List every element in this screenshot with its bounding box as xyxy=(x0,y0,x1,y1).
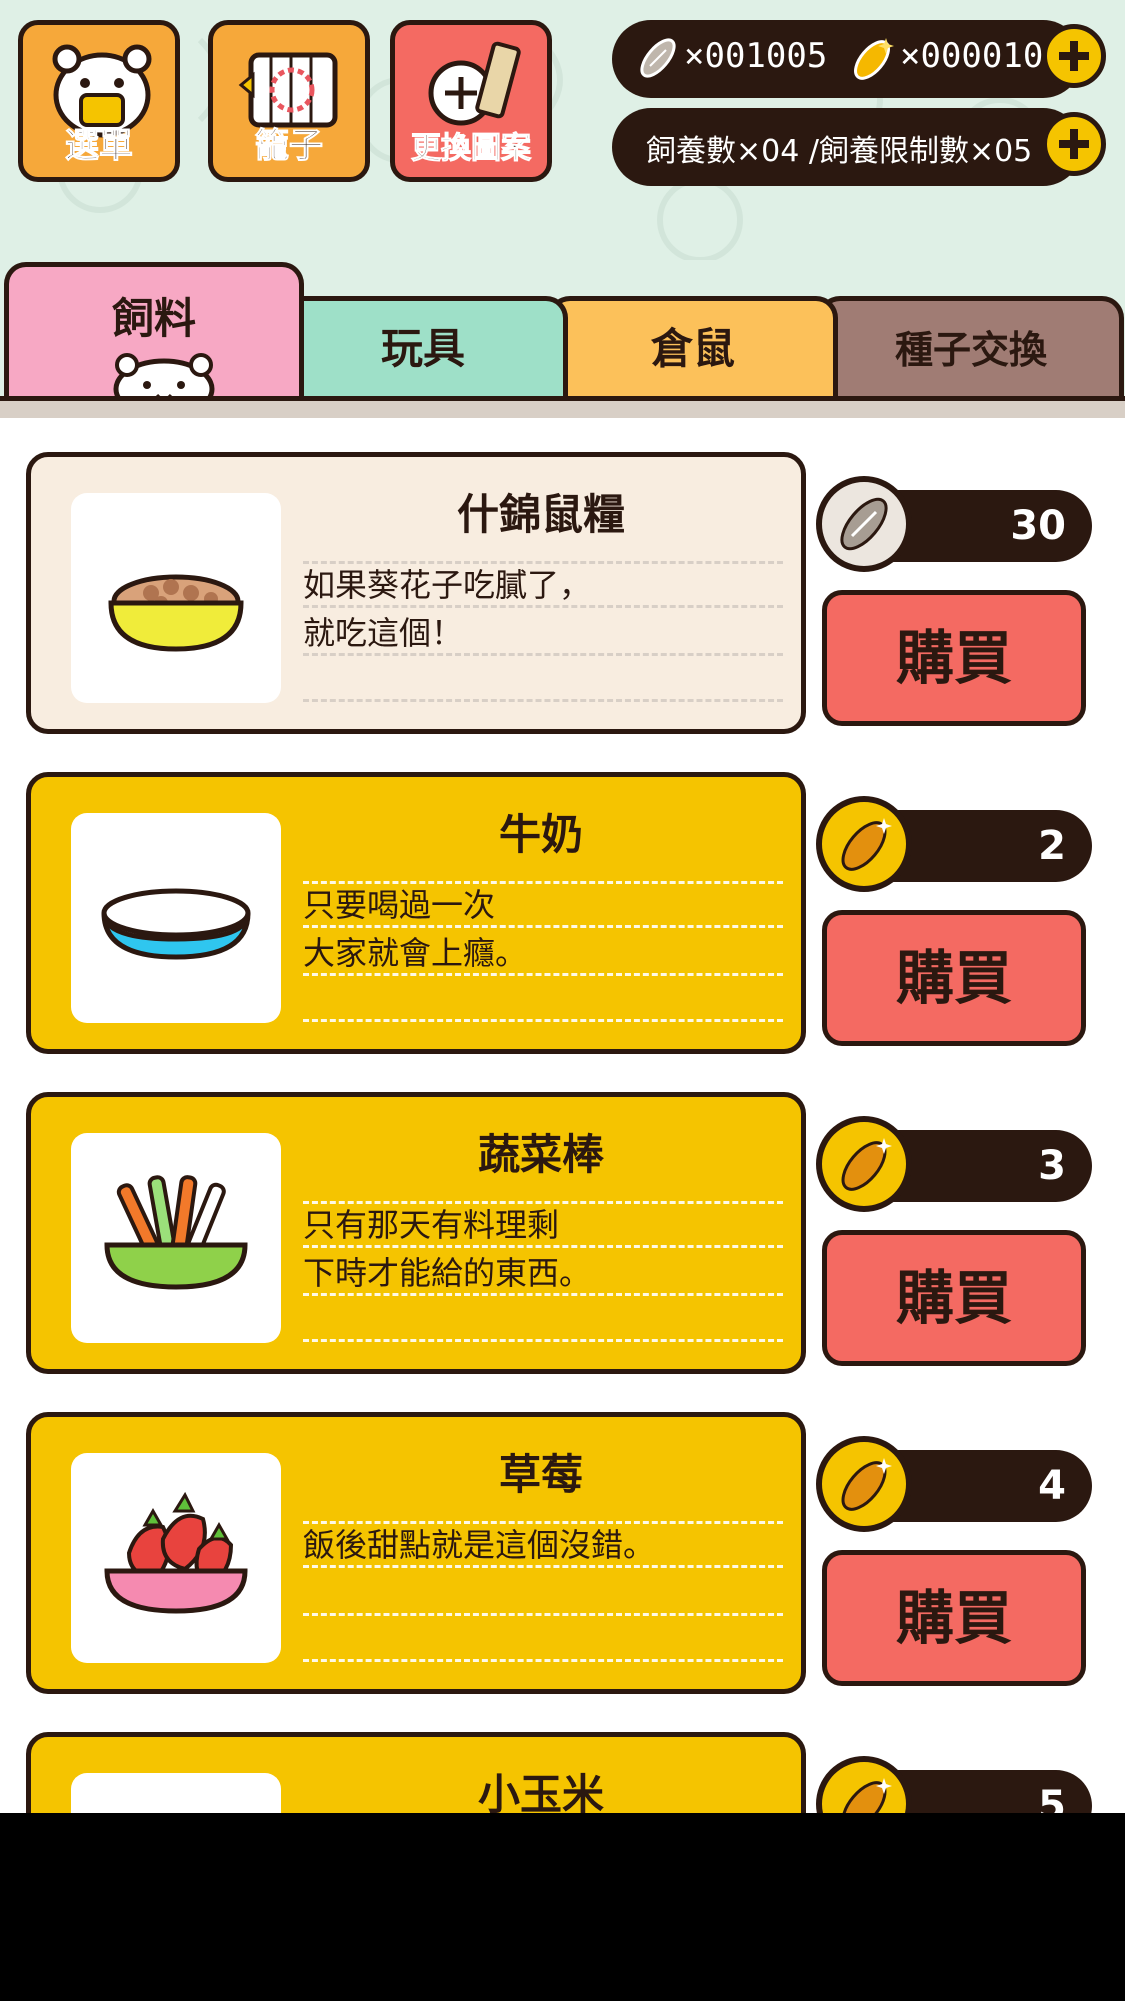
price-value: 2 xyxy=(1038,823,1066,869)
list-item: 蔬菜棒 只有那天有料理剩 下時才能給的東西。 xyxy=(26,1092,806,1374)
buy-button[interactable]: 購買 xyxy=(822,590,1086,726)
item-thumbnail xyxy=(71,1133,281,1343)
list-item: 草莓 飯後甜點就是這個沒錯。 xyxy=(26,1412,806,1694)
golden-seed-icon xyxy=(816,1116,912,1212)
item-name: 草莓 xyxy=(498,1450,583,1499)
tab-toys[interactable]: 玩具 xyxy=(278,296,568,406)
item-description-line: 下時才能給的東西。 xyxy=(303,1254,592,1292)
item-description-line: 只要喝過一次 xyxy=(303,886,496,924)
dashed-rule xyxy=(303,561,783,564)
list-item: 小玉米 xyxy=(26,1732,806,1813)
dashed-rule xyxy=(303,1019,783,1022)
item-name: 什錦鼠糧 xyxy=(456,490,625,539)
golden-seed-count: ×000010 xyxy=(900,36,1044,76)
price-tag: 5 xyxy=(816,1756,1092,1813)
price-value: 4 xyxy=(1038,1463,1066,1509)
golden-seed-icon xyxy=(816,796,912,892)
tab-shelf xyxy=(0,396,1125,418)
buy-button[interactable]: 購買 xyxy=(822,1550,1086,1686)
add-breeding-limit-button[interactable] xyxy=(1042,112,1106,176)
price-tag: 2 xyxy=(816,796,1092,892)
dashed-rule xyxy=(303,881,783,884)
breeding-bar: 飼養數×04 /飼養限制數×05 xyxy=(612,108,1106,186)
item-description-line: 飯後甜點就是這個沒錯。 xyxy=(303,1526,656,1564)
sunflower-seed-icon xyxy=(640,38,676,78)
list-item: 牛奶 只要喝過一次 大家就會上癮。 xyxy=(26,772,806,1054)
price-value: 3 xyxy=(1038,1143,1066,1189)
screen: 選單 籠子 更換圖案 ×001005 ×000010 飼養數×04 /飼養限制數… xyxy=(0,0,1125,1813)
item-description-line: 如果葵花子吃膩了， xyxy=(303,566,592,604)
dashed-rule xyxy=(303,1565,783,1568)
item-description: 只要喝過一次 大家就會上癮。 xyxy=(303,881,783,977)
dashed-rule xyxy=(303,1521,783,1524)
buy-button[interactable]: 購買 xyxy=(822,910,1086,1046)
item-description: 飯後甜點就是這個沒錯。 xyxy=(303,1521,783,1569)
milk-bowl-icon xyxy=(101,888,251,960)
add-seeds-button[interactable] xyxy=(1042,24,1106,88)
dashed-rule xyxy=(303,1613,783,1616)
change-design-button[interactable]: 更換圖案 xyxy=(390,20,552,182)
dashed-rule xyxy=(303,1293,783,1296)
item-thumbnail xyxy=(71,813,281,1023)
dashed-rule xyxy=(303,1201,783,1204)
dashed-rule xyxy=(303,605,783,608)
strawberry-bowl-icon xyxy=(104,1491,248,1614)
price-value: 5 xyxy=(1038,1783,1066,1813)
tab-hamster[interactable]: 倉鼠 xyxy=(548,296,838,406)
tab-hamster-label: 倉鼠 xyxy=(650,324,735,373)
price-tag: 3 xyxy=(816,1116,1092,1212)
tab-toys-label: 玩具 xyxy=(380,324,465,373)
item-description-line: 就吃這個！ xyxy=(303,614,464,652)
item-name: 蔬菜棒 xyxy=(477,1130,604,1179)
cage-label: 籠子 xyxy=(255,126,324,167)
item-name: 牛奶 xyxy=(498,810,583,859)
dashed-rule xyxy=(303,699,783,702)
dashed-rule xyxy=(303,925,783,928)
list-item: 什錦鼠糧 如果葵花子吃膩了， 就吃這個！ xyxy=(26,452,806,734)
item-description: 只有那天有料理剩 下時才能給的東西。 xyxy=(303,1201,783,1297)
mixed-food-bowl-icon xyxy=(108,574,244,652)
price-value: 30 xyxy=(1010,503,1066,549)
golden-seed-icon xyxy=(854,38,894,80)
dashed-rule xyxy=(303,1245,783,1248)
item-description-line: 只有那天有料理剩 xyxy=(303,1206,560,1244)
dashed-rule xyxy=(303,1339,783,1342)
item-description: 如果葵花子吃膩了， 就吃這個！ xyxy=(303,561,783,657)
item-thumbnail xyxy=(71,1453,281,1663)
change-design-label: 更換圖案 xyxy=(411,131,532,167)
vegetable-sticks-bowl-icon xyxy=(104,1175,248,1290)
tab-seed-exchange[interactable]: 種子交換 xyxy=(818,296,1124,406)
golden-seed-icon xyxy=(816,1756,912,1813)
tab-feed[interactable]: 飼料 xyxy=(4,262,304,417)
item-name: 小玉米 xyxy=(477,1770,604,1813)
tab-feed-label: 飼料 xyxy=(111,294,196,343)
breeding-count-text: 飼養數×04 /飼養限制數×05 xyxy=(646,134,1033,169)
cage-button[interactable]: 籠子 xyxy=(208,20,370,182)
dashed-rule xyxy=(303,1659,783,1662)
item-thumbnail xyxy=(71,1773,281,1813)
item-description-line: 大家就會上癮。 xyxy=(303,934,528,972)
tab-seed-exchange-label: 種子交換 xyxy=(894,328,1047,372)
sunflower-seed-icon xyxy=(816,476,912,572)
dashed-rule xyxy=(303,653,783,656)
buy-button[interactable]: 購買 xyxy=(822,1230,1086,1366)
seed-count: ×001005 xyxy=(684,36,828,76)
currency-bar: ×001005 ×000010 xyxy=(612,20,1106,98)
price-tag: 30 xyxy=(816,476,1092,572)
item-list[interactable]: 什錦鼠糧 如果葵花子吃膩了， 就吃這個！ 30 購買 牛奶 只要喝過一次 大家就… xyxy=(0,418,1125,1813)
menu-label: 選單 xyxy=(65,126,134,167)
golden-seed-icon xyxy=(816,1436,912,1532)
item-thumbnail xyxy=(71,493,281,703)
dashed-rule xyxy=(303,973,783,976)
price-tag: 4 xyxy=(816,1436,1092,1532)
menu-button[interactable]: 選單 xyxy=(18,20,180,182)
